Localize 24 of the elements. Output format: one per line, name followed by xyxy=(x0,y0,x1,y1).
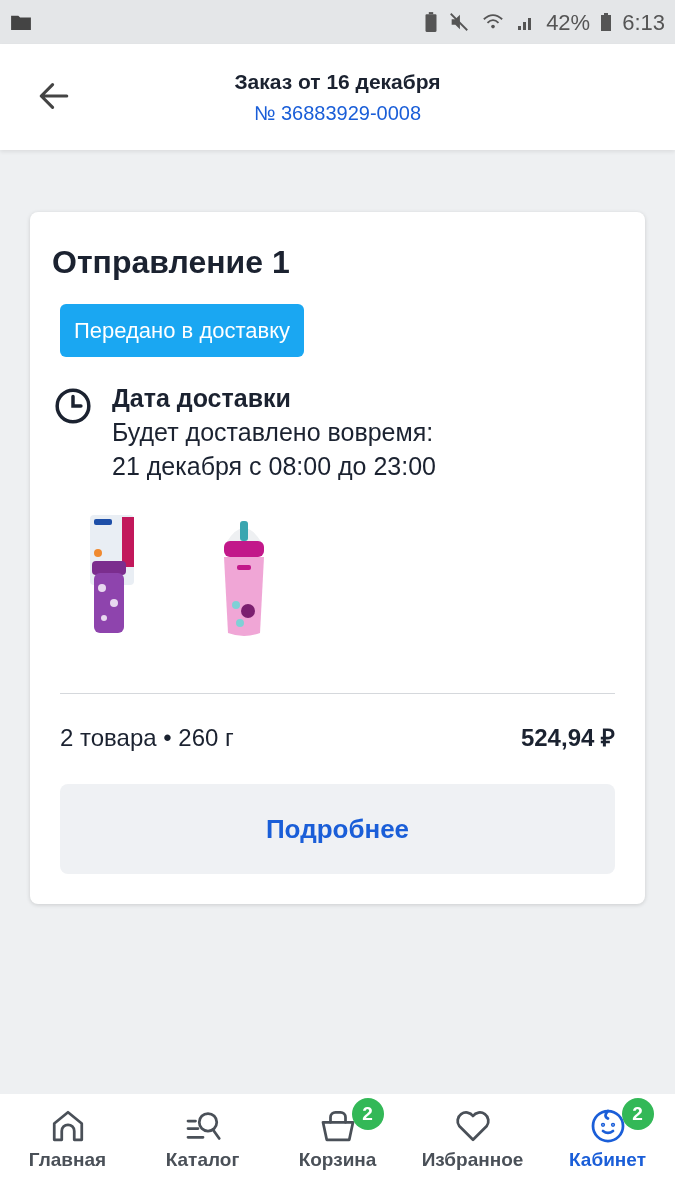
count-badge: 2 xyxy=(351,1098,384,1130)
order-total: 524,94 ₽ xyxy=(520,723,615,753)
nav-tab[interactable]: Избранное xyxy=(412,1096,533,1179)
folder-icon xyxy=(10,13,32,31)
battery-percent: 42% xyxy=(546,8,591,37)
clock-time: 6:13 xyxy=(622,8,665,37)
shipment-title: Отправление 1 xyxy=(52,243,291,282)
battery-saver-icon xyxy=(424,11,439,33)
delivery-label: Дата доставки xyxy=(112,383,292,414)
count-badge: 2 xyxy=(621,1098,654,1130)
details-button[interactable]: Подробнее xyxy=(60,784,615,874)
mute-icon xyxy=(448,11,471,33)
items-summary: 2 товара • 260 г xyxy=(60,723,234,753)
nav-tab[interactable]: Главная xyxy=(7,1096,128,1179)
delivery-window: 21 декабря с 08:00 до 23:00 xyxy=(112,449,436,483)
order-number: № 36883929-0008 xyxy=(253,100,422,126)
order-title: Заказ от 16 декабря xyxy=(234,69,441,96)
nav-tab[interactable]: Корзина 2 xyxy=(277,1096,398,1179)
clock-icon xyxy=(54,387,92,425)
nav-tab[interactable]: Каталог xyxy=(142,1096,263,1179)
battery-icon xyxy=(600,12,613,32)
delivery-note: Будет доставлено вовремя: xyxy=(112,417,435,448)
nav-tab[interactable]: Кабинет 2 xyxy=(547,1096,668,1179)
status-badge: Передано в доставку xyxy=(60,304,305,357)
